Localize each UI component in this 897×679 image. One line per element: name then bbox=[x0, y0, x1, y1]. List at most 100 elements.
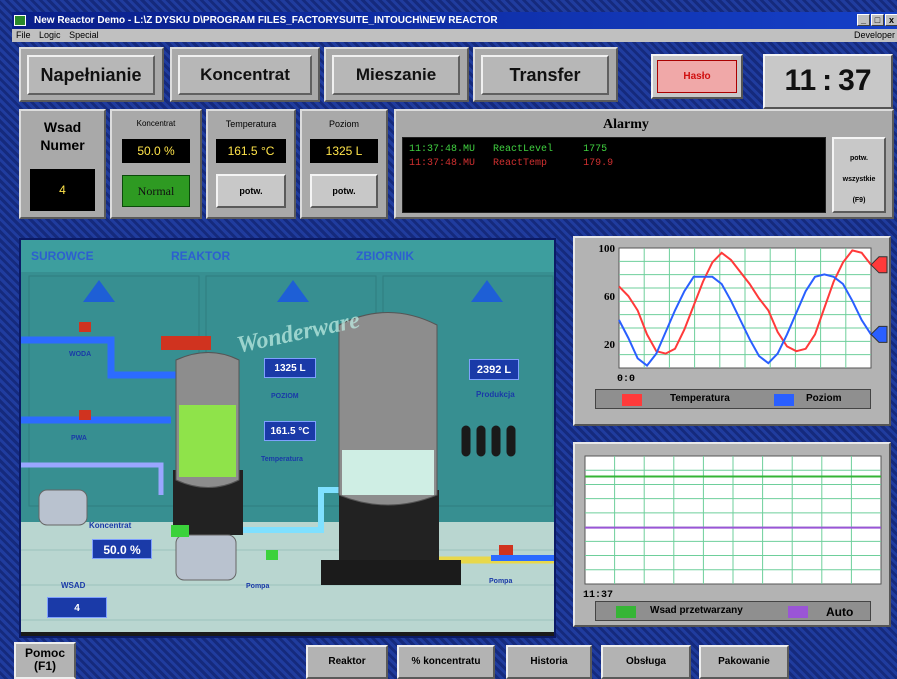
poziom-value: 1325 L bbox=[310, 139, 378, 163]
woda-label: WODA bbox=[69, 351, 92, 358]
koncentrat-panel: Koncentrat 50.0 % Normal bbox=[110, 109, 202, 219]
alarm-row-1[interactable]: 11:37:48.MU ReactLevel 1775 bbox=[409, 144, 607, 155]
alarm-title: Alarmy bbox=[603, 117, 649, 132]
window-title: New Reactor Demo - L:\Z DYSKU D\PROGRAM … bbox=[34, 15, 498, 26]
tab-koncentrat[interactable]: Koncentrat bbox=[178, 55, 312, 95]
y-tick-label: 100 bbox=[599, 243, 616, 255]
reactor-level-label: POZIOM bbox=[271, 393, 299, 400]
legend-temperatura-swatch bbox=[622, 394, 642, 406]
legend-wsad-label: Wsad przetwarzany bbox=[650, 605, 743, 616]
trend-chart-2: 11:37 Wsad przetwarzany Auto bbox=[573, 442, 891, 627]
title-bar: New Reactor Demo - L:\Z DYSKU D\PROGRAM … bbox=[12, 12, 897, 29]
poziom-ack-button[interactable]: potw. bbox=[310, 174, 378, 208]
tab-frame-2: Koncentrat bbox=[170, 47, 320, 102]
nav-pakowanie-button[interactable]: Pakowanie bbox=[699, 645, 789, 679]
pwa-label: PWA bbox=[71, 435, 87, 442]
alarm-2-name: ReactTemp bbox=[493, 158, 548, 169]
temperatura-label: Temperatura bbox=[225, 119, 277, 129]
menu-developer[interactable]: Developer bbox=[854, 29, 895, 42]
batch-display: 4 bbox=[47, 597, 107, 618]
trend-chart-1: 100 60 20 0:0 Temperatura Poziom bbox=[573, 236, 891, 426]
tab-napelnianie[interactable]: Napełnianie bbox=[27, 55, 155, 95]
series-marker-2 bbox=[870, 325, 888, 343]
tab-transfer[interactable]: Transfer bbox=[481, 55, 609, 95]
maximize-button[interactable]: □ bbox=[871, 14, 884, 26]
nav-obsluga-button[interactable]: Obsługa bbox=[601, 645, 691, 679]
temperatura-value: 161.5 °C bbox=[216, 139, 286, 163]
production-label: Produkcja bbox=[476, 390, 515, 399]
haslo-button[interactable]: Hasło bbox=[657, 60, 737, 93]
minimize-button[interactable]: _ bbox=[857, 14, 870, 26]
alarm-1-name: ReactLevel bbox=[493, 144, 554, 155]
concentrate-display: 50.0 % bbox=[92, 539, 152, 559]
tab-frame-1: Napełnianie bbox=[19, 47, 164, 102]
alarm-2-value: 179.9 bbox=[583, 158, 614, 169]
ack-all-line-1: potw. bbox=[849, 155, 868, 162]
wsad-value: 4 bbox=[30, 169, 95, 211]
legend-wsad-swatch bbox=[616, 606, 636, 618]
ack-all-button[interactable]: potw. wszystkie (F9) bbox=[832, 137, 886, 213]
temperatura-panel: Temperatura 161.5 °C potw. bbox=[206, 109, 296, 219]
koncentrat-label: Koncentrat bbox=[136, 119, 176, 128]
app-icon bbox=[14, 15, 26, 26]
legend-poziom-label: Poziom bbox=[806, 393, 842, 404]
help-button[interactable]: Pomoc (F1) bbox=[14, 642, 76, 679]
menu-special[interactable]: Special bbox=[69, 30, 99, 40]
alarm-2-time: 11:37:48.MU bbox=[409, 158, 476, 169]
legend-poziom-swatch bbox=[774, 394, 794, 406]
section-zbiornik[interactable]: ZBIORNIK bbox=[356, 249, 414, 263]
section-surowce[interactable]: SUROWCE bbox=[31, 249, 94, 263]
close-button[interactable]: x bbox=[885, 14, 897, 26]
alarm-1-value: 1775 bbox=[583, 144, 608, 155]
clock-hours: 11 bbox=[784, 64, 817, 97]
production-display: 2392 L bbox=[469, 359, 519, 380]
koncentrat-value: 50.0 % bbox=[122, 139, 190, 163]
nav-reaktor-button[interactable]: Reaktor bbox=[306, 645, 388, 679]
section-reaktor[interactable]: REAKTOR bbox=[171, 249, 230, 263]
series-marker-1 bbox=[870, 256, 888, 274]
tab-mieszanie[interactable]: Mieszanie bbox=[332, 55, 460, 95]
alarm-row-2[interactable]: 11:37:48.MU ReactTemp 179.9 bbox=[409, 158, 613, 169]
clock: 11:37 bbox=[763, 54, 893, 109]
poziom-panel: Poziom 1325 L potw. bbox=[300, 109, 388, 219]
help-shortcut: (F1) bbox=[34, 659, 56, 673]
x-start-label: 0:0 bbox=[617, 374, 635, 385]
poziom-label: Poziom bbox=[328, 119, 359, 129]
temperatura-ack-button[interactable]: potw. bbox=[216, 174, 286, 208]
y-tick-label: 20 bbox=[604, 339, 616, 351]
menu-file[interactable]: File bbox=[16, 30, 31, 40]
reactor-temp-label: Temperatura bbox=[261, 456, 303, 463]
x-start-label: 11:37 bbox=[583, 590, 613, 601]
ack-all-line-3: (F9) bbox=[852, 197, 866, 204]
haslo-frame: Hasło bbox=[651, 54, 743, 99]
nav-koncentrat-button[interactable]: % koncentratu bbox=[397, 645, 495, 679]
ack-all-line-2: wszystkie bbox=[842, 176, 876, 183]
nav-historia-button[interactable]: Historia bbox=[506, 645, 592, 679]
wsad-label-2: Numer bbox=[40, 137, 85, 153]
alarm-1-time: 11:37:48.MU bbox=[409, 144, 476, 155]
koncentrat-status: Normal bbox=[122, 175, 190, 207]
concentrate-label: Koncentrat bbox=[89, 521, 132, 530]
menu-bar: File Logic Special Developer bbox=[12, 29, 897, 42]
process-area: SUROWCE REAKTOR ZBIORNIK WODA PWA Wonder… bbox=[19, 238, 556, 638]
legend-auto-label: Auto bbox=[826, 605, 854, 619]
pump-1-label: Pompa bbox=[246, 583, 270, 590]
tab-frame-3: Mieszanie bbox=[324, 47, 469, 102]
reactor-level-display: 1325 L bbox=[264, 358, 316, 378]
batch-label: WSAD bbox=[61, 581, 86, 590]
alarm-panel: Alarmy 11:37:48.MU ReactLevel 1775 11:37… bbox=[394, 109, 894, 219]
clock-separator: : bbox=[822, 64, 833, 97]
wsad-label-1: Wsad bbox=[43, 119, 82, 135]
tab-frame-4: Transfer bbox=[473, 47, 618, 102]
y-tick-label: 60 bbox=[604, 291, 616, 303]
pump-2-label: Pompa bbox=[489, 578, 513, 585]
alarm-list[interactable]: 11:37:48.MU ReactLevel 1775 11:37:48.MU … bbox=[402, 137, 826, 213]
legend-temperatura-label: Temperatura bbox=[670, 393, 730, 404]
trend-1-legend: Temperatura Poziom bbox=[595, 389, 871, 409]
wsad-panel: Wsad Numer 4 bbox=[19, 109, 106, 219]
trend-2-legend: Wsad przetwarzany Auto bbox=[595, 601, 871, 621]
menu-logic[interactable]: Logic bbox=[39, 30, 61, 40]
legend-auto-swatch bbox=[788, 606, 808, 618]
reactor-temp-display: 161.5 °C bbox=[264, 421, 316, 441]
clock-minutes: 37 bbox=[838, 64, 872, 97]
